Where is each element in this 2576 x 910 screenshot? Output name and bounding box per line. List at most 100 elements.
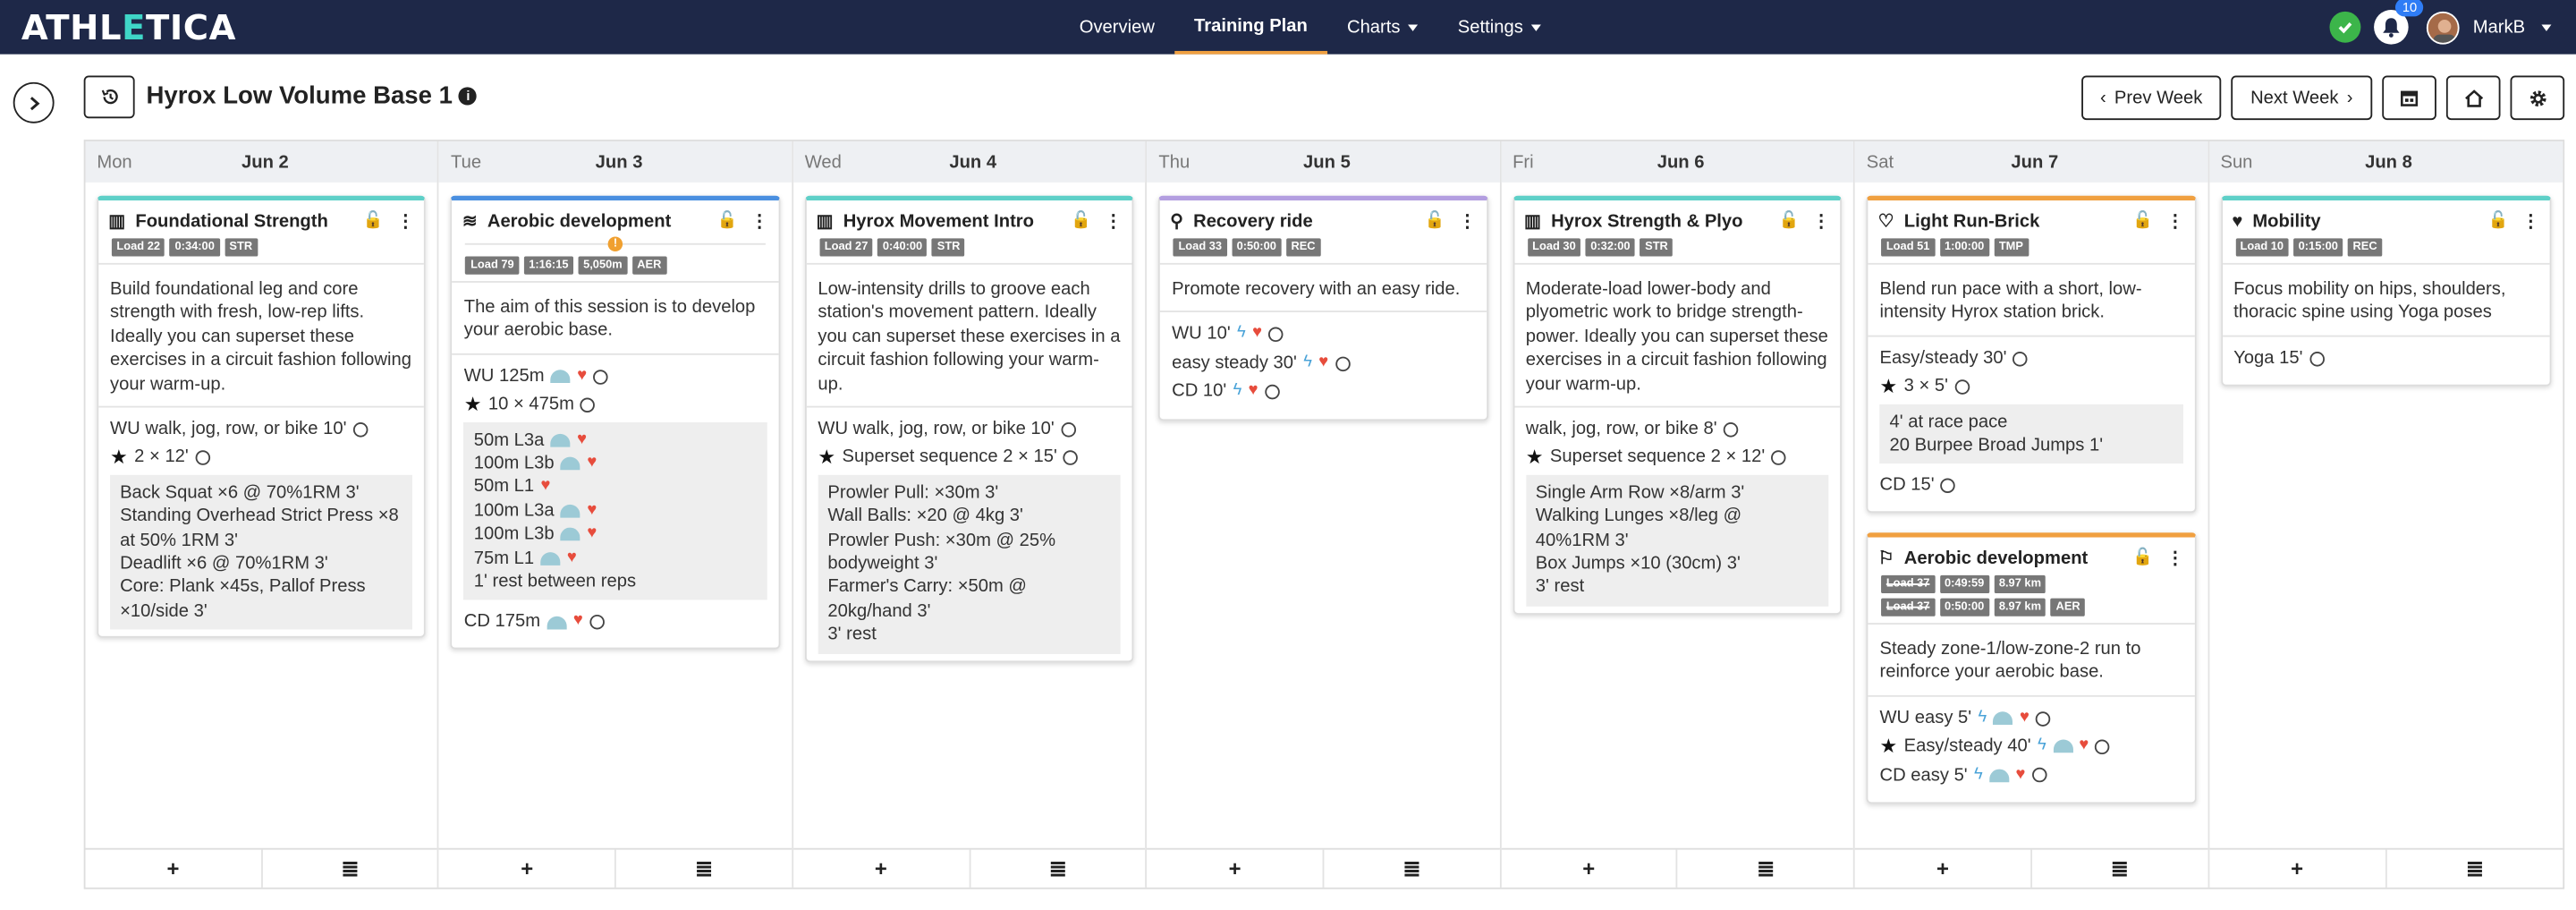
database-icon[interactable]: ≣ (616, 850, 792, 888)
unlock-icon[interactable]: 🔓 (1071, 210, 1091, 234)
run-icon: ⚐ (1877, 549, 1894, 569)
database-icon[interactable]: ≣ (2032, 850, 2207, 888)
calendar-button[interactable] (2382, 75, 2436, 121)
athletica-logo[interactable]: ATHLETICA (21, 7, 236, 47)
warning-icon[interactable]: ! (607, 236, 623, 252)
nav-training-plan[interactable]: Training Plan (1174, 0, 1327, 55)
day-header: Thu Jun 5 (1147, 140, 1500, 183)
clock-icon (1940, 478, 1956, 494)
database-icon[interactable]: ≣ (1678, 850, 1853, 888)
workout-card-foundational-strength[interactable]: ▥ Foundational Strength 🔓 ⋮ Load 22 0:34:00 S… (97, 195, 427, 639)
heart-icon: ♥ (1252, 324, 1263, 343)
load-tag: Load 37 (1881, 598, 1935, 617)
workout-card-light-run-brick[interactable]: ♡ Light Run-Brick 🔓 ⋮ Load 51 1:00:00 TMP Ble… (1866, 195, 2196, 513)
expand-sidebar-button[interactable] (13, 81, 55, 123)
more-menu-icon[interactable]: ⋮ (1458, 210, 1476, 234)
add-workout-button[interactable]: + (2209, 849, 2387, 888)
type-tag: STR (224, 238, 258, 257)
day-column-sun: Sun Jun 8 ♥ Mobility 🔓 ⋮ Load 10 0:15:00 REC F… (2208, 140, 2563, 888)
unlock-icon[interactable]: 🔓 (2132, 210, 2153, 234)
power-icon: ϟ (1303, 353, 1312, 371)
day-header: Mon Jun 2 (85, 140, 438, 183)
more-menu-icon[interactable]: ⋮ (1105, 210, 1123, 234)
day-header: Wed Jun 4 (792, 140, 1146, 183)
step-row: ★ Superset sequence 2 × 12' (1526, 446, 1829, 470)
step-row: easy steady 30' ϟ ♥ (1172, 352, 1475, 375)
add-workout-button[interactable]: + (1855, 849, 2032, 888)
settings-button[interactable] (2510, 75, 2565, 121)
load-tag: Load 79 (465, 256, 520, 275)
next-week-button[interactable]: Next Week › (2231, 75, 2373, 121)
chevron-left-icon: ‹ (2100, 88, 2106, 108)
database-icon[interactable]: ≣ (1324, 850, 1499, 888)
more-menu-icon[interactable]: ⋮ (1812, 210, 1830, 234)
clock-icon (593, 369, 609, 384)
user-name[interactable]: MarkB (2473, 17, 2525, 37)
history-button[interactable] (83, 75, 135, 119)
nav-settings[interactable]: Settings (1438, 0, 1561, 55)
pace-icon (560, 504, 581, 518)
add-workout-button[interactable]: + (1501, 849, 1679, 888)
dumbbell-icon: ▥ (1523, 211, 1542, 232)
type-tag: TMP (1994, 238, 2029, 257)
unlock-icon[interactable]: 🔓 (363, 210, 384, 234)
clock-icon (1335, 355, 1351, 371)
load-tag: Load 30 (1527, 238, 1581, 257)
add-workout-button[interactable]: + (793, 849, 970, 888)
workout-card-hyrox-movement-intro[interactable]: ▥ Hyrox Movement Intro 🔓 ⋮ Load 27 0:40:00 ST… (804, 195, 1134, 662)
add-workout-button[interactable]: + (439, 849, 617, 888)
info-icon[interactable]: i (459, 87, 478, 106)
chevron-down-icon[interactable] (2541, 23, 2552, 30)
unlock-icon[interactable]: 🔓 (717, 210, 738, 234)
nav-charts[interactable]: Charts (1327, 0, 1438, 55)
step-row: ★ 10 × 475m (464, 393, 767, 416)
workout-card-hyrox-strength-plyo[interactable]: ▥ Hyrox Strength & Plyo 🔓 ⋮ Load 30 0:32:00 S… (1513, 195, 1843, 615)
more-menu-icon[interactable]: ⋮ (396, 210, 414, 234)
nav-overview[interactable]: Overview (1060, 0, 1174, 55)
type-tag: STR (932, 238, 965, 257)
workout-card-mobility[interactable]: ♥ Mobility 🔓 ⋮ Load 10 0:15:00 REC Focus mobi… (2220, 195, 2552, 387)
step-row: WU walk, jog, row, or bike 10' (110, 418, 413, 441)
star-icon: ★ (1879, 375, 1898, 398)
type-tag: AER (631, 256, 666, 275)
add-workout-button[interactable]: + (1148, 849, 1325, 888)
heart-icon: ♥ (2015, 765, 2026, 784)
database-icon[interactable]: ≣ (2386, 850, 2563, 888)
unlock-icon[interactable]: 🔓 (2132, 547, 2153, 570)
heart-icon: ♥ (2232, 211, 2243, 232)
step-row: WU walk, jog, row, or bike 10' (818, 418, 1121, 441)
more-menu-icon[interactable]: ⋮ (2521, 210, 2539, 234)
workout-card-aerobic-development[interactable]: ≋ Aerobic development 🔓 ⋮ ! Load 79 1:16:15 5… (451, 195, 781, 650)
duration-tag: 0:34:00 (170, 238, 220, 257)
heart-icon: ♥ (577, 366, 588, 385)
unlock-icon[interactable]: 🔓 (1779, 210, 1800, 234)
database-icon[interactable]: ≣ (262, 850, 437, 888)
workout-card-aerobic-development[interactable]: ⚐ Aerobic development 🔓 ⋮ Load 37 0:49:59 8.9… (1866, 532, 2196, 804)
day-column-sat: Sat Jun 7 ♡ Light Run-Brick 🔓 ⋮ Load 51 1:00:… (1854, 140, 2209, 888)
workout-description: The aim of this session is to develop yo… (452, 283, 779, 355)
type-tag: AER (2051, 598, 2086, 617)
clock-icon (2031, 768, 2047, 783)
chevron-down-icon (1530, 23, 1542, 30)
pace-icon (547, 616, 567, 629)
heart-icon: ♥ (577, 429, 588, 448)
set-item: Deadlift ×6 @ 70%1RM 3' (120, 554, 328, 574)
avatar[interactable] (2427, 10, 2460, 44)
more-menu-icon[interactable]: ⋮ (2166, 547, 2184, 570)
clock-icon (352, 421, 369, 438)
unlock-icon[interactable]: 🔓 (2488, 210, 2509, 234)
duration-tag: 0:40:00 (877, 238, 928, 257)
unlock-icon[interactable]: 🔓 (1425, 210, 1445, 234)
notifications-button[interactable]: 10 (2374, 0, 2424, 45)
distance-tag: 8.97 km (1994, 598, 2046, 617)
database-icon[interactable]: ≣ (970, 850, 1146, 888)
duration-tag-old: 0:49:59 (1939, 574, 1989, 594)
home-button[interactable] (2445, 75, 2501, 121)
add-workout-button[interactable]: + (86, 849, 263, 888)
more-menu-icon[interactable]: ⋮ (750, 210, 768, 234)
prev-week-button[interactable]: ‹ Prev Week (2081, 75, 2222, 121)
workout-card-recovery-ride[interactable]: ⚲ Recovery ride 🔓 ⋮ Load 33 0:50:00 REC Promo… (1158, 195, 1488, 421)
step-row: ★ 2 × 12' (110, 446, 413, 470)
sync-ok-icon[interactable] (2329, 11, 2361, 43)
more-menu-icon[interactable]: ⋮ (2166, 210, 2184, 234)
